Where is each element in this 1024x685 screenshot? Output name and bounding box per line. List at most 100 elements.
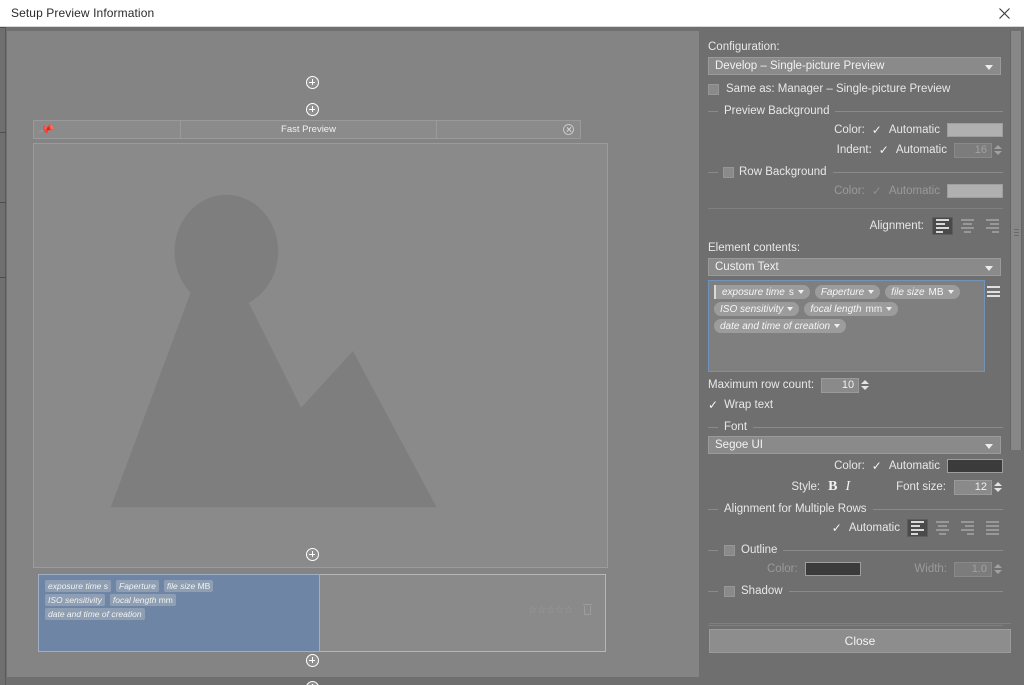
outline-width-label: Width: — [914, 563, 947, 575]
row-background-checkbox[interactable] — [723, 167, 734, 178]
shadow-checkbox[interactable] — [724, 586, 735, 597]
info-tag-row-2: ISO sensitivity focal length mm — [45, 594, 176, 606]
font-family-select[interactable]: Segoe UI — [708, 436, 1001, 454]
add-row-button-bottom[interactable] — [306, 654, 319, 667]
bold-button[interactable]: B — [828, 479, 837, 495]
add-row-button-last[interactable] — [306, 681, 319, 685]
multi-row-auto-check[interactable]: ✓ — [832, 523, 842, 534]
same-as-row[interactable]: Same as: Manager – Single-picture Previe… — [708, 79, 1003, 99]
multi-align-left-button[interactable] — [907, 519, 928, 537]
element-contents-select[interactable]: Custom Text — [708, 258, 1001, 276]
info-tag: focal length mm — [110, 594, 176, 606]
multi-row-auto-label: Automatic — [849, 522, 900, 534]
outline-checkbox[interactable] — [724, 545, 735, 556]
element-contents-label: Element contents: — [708, 240, 1003, 256]
multi-align-justify-button[interactable] — [982, 519, 1003, 537]
add-row-button-top[interactable] — [306, 76, 319, 89]
preview-bg-color-label: Color: — [834, 124, 865, 136]
preview-bg-color-auto-check[interactable]: ✓ — [872, 125, 882, 136]
configuration-select[interactable]: Develop – Single-picture Preview — [708, 57, 1001, 75]
info-text-block-selected[interactable]: exposure time s Faperture file size MB I… — [38, 574, 320, 652]
preview-bg-indent-label: Indent: — [837, 144, 872, 156]
row-bg-color-auto-label: Automatic — [889, 185, 940, 197]
fast-preview-label: Fast Preview — [281, 124, 336, 135]
window-close-button[interactable] — [984, 0, 1024, 26]
divider — [708, 625, 1003, 626]
maximum-row-count-stepper[interactable]: 10 — [821, 378, 870, 393]
chip-focal-length[interactable]: focal lengthmm — [804, 302, 898, 316]
image-placeholder — [33, 143, 608, 568]
chip-row-1: exposure times Faperture file sizeMB — [714, 285, 960, 299]
window-title: Setup Preview Information — [0, 6, 154, 20]
multi-align-right-button[interactable] — [957, 519, 978, 537]
row-count-spinner-arrows[interactable] — [859, 378, 870, 393]
font-color-swatch[interactable] — [947, 459, 1003, 473]
trash-icon[interactable] — [583, 604, 592, 615]
chevron-down-icon — [985, 444, 993, 449]
multi-align-center-button[interactable] — [932, 519, 953, 537]
align-left-button[interactable] — [932, 217, 953, 235]
preview-bg-color-auto-label: Automatic — [889, 124, 940, 136]
row-bg-color-swatch[interactable] — [947, 184, 1003, 198]
close-circle-icon[interactable] — [563, 124, 574, 135]
font-size-spinner-arrows[interactable] — [992, 480, 1003, 495]
chip-file-size[interactable]: file sizeMB — [885, 285, 959, 299]
row-background-group-header: Row Background — [708, 166, 1003, 178]
info-rating-block[interactable]: ☆☆☆☆☆ — [320, 574, 606, 652]
italic-button[interactable]: I — [845, 479, 850, 495]
fast-preview-close-cell[interactable] — [437, 121, 580, 138]
outline-width-stepper[interactable]: 1.0 — [954, 562, 1003, 577]
multi-row-alignment-group-header: Alignment for Multiple Rows — [708, 503, 1003, 515]
chevron-down-icon — [948, 290, 954, 294]
outline-width-spinner-arrows[interactable] — [992, 562, 1003, 577]
star-rating[interactable]: ☆☆☆☆☆ — [528, 605, 573, 616]
element-contents-chip-box[interactable]: exposure times Faperture file sizeMB ISO… — [708, 280, 985, 372]
info-tag: Faperture — [116, 580, 159, 592]
info-tag: exposure time s — [45, 580, 111, 592]
chevron-down-icon — [834, 324, 840, 328]
row-bg-color-auto-check[interactable]: ✓ — [872, 186, 882, 197]
multi-row-alignment-row: ✓ Automatic — [708, 518, 1003, 538]
preview-bg-color-swatch[interactable] — [947, 123, 1003, 137]
pin-icon: 📌 — [38, 121, 56, 139]
chevron-down-icon — [798, 290, 804, 294]
settings-panel: Configuration: Develop – Single-picture … — [701, 31, 1017, 677]
chip-date-time-creation[interactable]: date and time of creation — [714, 319, 846, 333]
align-right-button[interactable] — [982, 217, 1003, 235]
font-style-row: Style: B I Font size: 12 — [708, 477, 1003, 497]
align-center-button[interactable] — [957, 217, 978, 235]
same-as-checkbox[interactable] — [708, 84, 719, 95]
divider — [709, 623, 1011, 624]
chip-row-2: ISO sensitivity focal lengthmm — [714, 302, 898, 316]
wrap-text-check[interactable]: ✓ — [708, 400, 718, 411]
preview-bg-indent-auto-check[interactable]: ✓ — [879, 145, 889, 156]
settings-scrollbar[interactable] — [1010, 31, 1022, 450]
preview-bg-indent-stepper[interactable]: 16 — [954, 143, 1003, 158]
font-group-header: Font — [708, 421, 1003, 433]
font-color-row: Color: ✓ Automatic — [708, 456, 1003, 476]
element-contents-value: Custom Text — [715, 261, 779, 273]
outline-width-value: 1.0 — [954, 562, 992, 577]
chip-faperture[interactable]: Faperture — [815, 285, 880, 299]
outline-title: Outline — [741, 544, 777, 556]
wrap-text-row[interactable]: ✓ Wrap text — [708, 395, 1003, 415]
outline-color-swatch[interactable] — [805, 562, 861, 576]
chip-iso-sensitivity[interactable]: ISO sensitivity — [714, 302, 799, 316]
indent-spinner-arrows[interactable] — [992, 143, 1003, 158]
outline-group-header: Outline — [708, 544, 1003, 556]
fast-preview-label-cell[interactable]: Fast Preview — [181, 121, 437, 138]
multi-row-alignment-group — [907, 519, 1003, 537]
add-row-button-image-bottom[interactable] — [306, 548, 319, 561]
font-size-stepper[interactable]: 12 — [954, 480, 1003, 495]
hamburger-icon[interactable] — [987, 286, 1000, 297]
close-button[interactable]: Close — [709, 629, 1011, 653]
chip-exposure-time[interactable]: exposure times — [714, 285, 810, 299]
preview-pane: 📌 Fast Preview exposure time s — [7, 31, 699, 677]
font-color-auto-check[interactable]: ✓ — [872, 461, 882, 472]
add-row-button-upper[interactable] — [306, 103, 319, 116]
scrollbar-thumb[interactable] — [1011, 31, 1021, 450]
alignment-button-group — [932, 217, 1003, 235]
alignment-row: Alignment: — [708, 216, 1003, 236]
preview-bg-indent-row: Indent: ✓ Automatic 16 — [708, 140, 1003, 160]
fast-preview-pin-cell[interactable]: 📌 — [34, 121, 181, 138]
